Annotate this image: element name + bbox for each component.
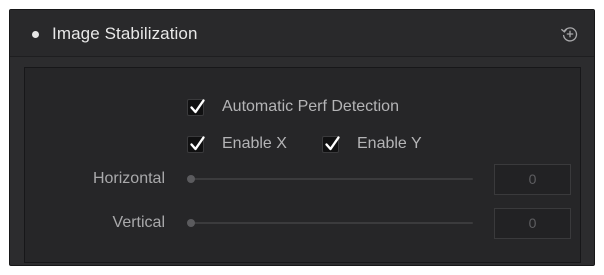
panel-header[interactable]: Image Stabilization [10, 10, 594, 57]
panel-content: Automatic Perf Detection Enable X Enable… [24, 67, 581, 263]
auto-perf-checkbox[interactable] [187, 98, 205, 116]
panel-title: Image Stabilization [52, 24, 198, 43]
vertical-slider-knob[interactable] [187, 219, 195, 227]
horizontal-slider-knob[interactable] [187, 175, 195, 183]
enable-x-row: Enable X [187, 134, 287, 154]
vertical-label: Vertical [112, 214, 165, 231]
vertical-slider[interactable] [187, 222, 473, 224]
vertical-value-field[interactable]: 0 [494, 208, 571, 239]
enable-x-checkbox[interactable] [187, 135, 205, 153]
checkmark-icon [190, 98, 205, 113]
image-stabilization-panel: Image Stabilization Automatic Perf Detec… [9, 9, 595, 266]
horizontal-value-field[interactable]: 0 [494, 164, 571, 195]
enable-y-row: Enable Y [322, 134, 422, 154]
panel-enabled-dot[interactable] [32, 31, 39, 38]
horizontal-slider[interactable] [187, 178, 473, 180]
checkmark-icon [325, 135, 340, 150]
reset-icon[interactable] [560, 24, 580, 44]
enable-y-checkbox[interactable] [322, 135, 340, 153]
enable-y-label: Enable Y [357, 135, 422, 152]
horizontal-label: Horizontal [92, 170, 165, 187]
auto-perf-label: Automatic Perf Detection [222, 98, 399, 115]
enable-x-label: Enable X [222, 135, 287, 152]
checkmark-icon [190, 135, 205, 150]
auto-perf-row: Automatic Perf Detection [187, 97, 399, 117]
